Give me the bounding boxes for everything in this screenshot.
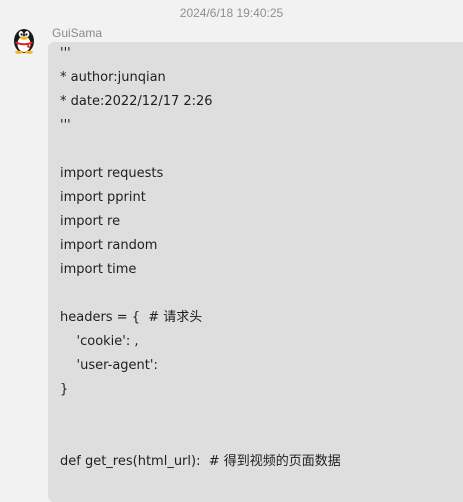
- sender-name: GuiSama: [52, 26, 103, 40]
- code-line: import pprint: [60, 190, 146, 205]
- code-line: import requests: [60, 166, 164, 181]
- code-line: * author:junqian: [60, 70, 166, 85]
- message-code-block[interactable]: ''' * author:junqian * date:2022/12/17 2…: [60, 42, 341, 474]
- qq-penguin-icon[interactable]: [9, 24, 39, 54]
- code-line: import random: [60, 238, 158, 253]
- code-line: * date:2022/12/17 2:26: [60, 94, 213, 109]
- code-line: ''': [60, 46, 71, 61]
- code-line: import time: [60, 262, 137, 277]
- message-timestamp: 2024/6/18 19:40:25: [179, 6, 284, 20]
- code-line: 'user-agent':: [60, 358, 158, 373]
- code-line: 'cookie': ,: [60, 334, 139, 349]
- code-line: ''': [60, 118, 71, 133]
- code-line: import re: [60, 214, 121, 229]
- code-line: headers = { # 请求头: [60, 310, 203, 325]
- code-line: }: [60, 382, 69, 397]
- code-line: def get_res(html_url): # 得到视频的页面数据: [60, 454, 341, 469]
